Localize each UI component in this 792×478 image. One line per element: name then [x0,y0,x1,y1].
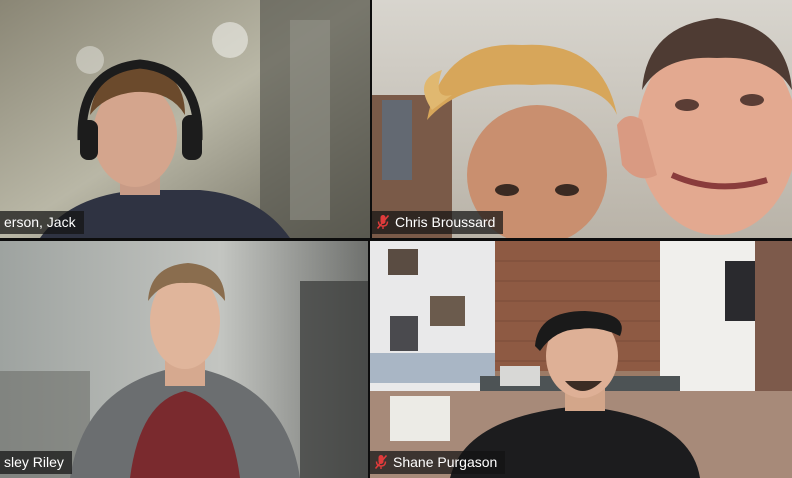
participant-tile-1[interactable]: erson, Jack [0,0,370,238]
participant-name-2: Chris Broussard [395,214,496,230]
participant-name-tag-1: erson, Jack [0,211,84,234]
participant-tile-3[interactable]: sley Riley [0,241,368,478]
participant-video-3 [0,241,368,478]
participant-name-tag-3: sley Riley [0,451,72,474]
participant-tile-4[interactable]: Shane Purgason [370,241,792,478]
mic-muted-icon [376,214,390,230]
participant-name-3: sley Riley [4,454,64,470]
mic-muted-icon [374,454,388,470]
participant-video-2 [372,0,792,238]
participant-video-4 [370,241,792,478]
participant-tile-2[interactable]: Chris Broussard [372,0,792,238]
participant-name-1: erson, Jack [4,214,76,230]
participant-video-1 [0,0,370,238]
participant-name-tag-2: Chris Broussard [372,211,504,234]
participant-name-4: Shane Purgason [393,454,498,470]
participant-name-tag-4: Shane Purgason [370,451,506,474]
